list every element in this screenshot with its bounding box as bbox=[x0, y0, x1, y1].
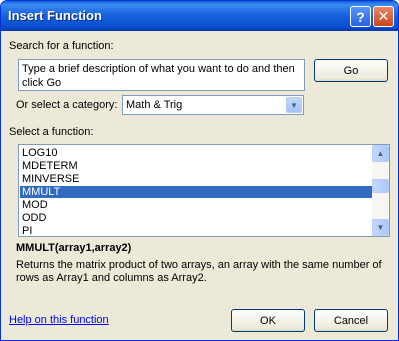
category-label: Or select a category: bbox=[16, 99, 118, 111]
list-item[interactable]: MINVERSE bbox=[20, 173, 373, 185]
list-item[interactable]: LOG10 bbox=[20, 147, 373, 159]
window-title: Insert Function bbox=[8, 8, 102, 23]
category-value: Math & Trig bbox=[126, 99, 183, 111]
help-on-function-link[interactable]: Help on this function bbox=[9, 314, 109, 326]
arrow-up-icon[interactable]: ▲ bbox=[372, 145, 389, 162]
help-icon[interactable]: ? bbox=[350, 6, 371, 27]
title-bar[interactable]: Insert Function ? ✕ bbox=[1, 1, 398, 31]
list-scrollbar[interactable]: ▲ ▼ bbox=[372, 145, 389, 236]
list-item[interactable]: MDETERM bbox=[20, 160, 373, 172]
ok-button[interactable]: OK bbox=[231, 309, 305, 332]
search-input[interactable]: Type a brief description of what you wan… bbox=[18, 59, 305, 91]
list-item[interactable]: ODD bbox=[20, 212, 373, 224]
cancel-button[interactable]: Cancel bbox=[314, 309, 388, 332]
go-button-label: Go bbox=[343, 64, 359, 77]
function-list[interactable]: LOG10 MDETERM MINVERSE MMULT MOD ODD PI … bbox=[18, 144, 390, 237]
close-icon[interactable]: ✕ bbox=[373, 6, 394, 27]
list-item-selected[interactable]: MMULT bbox=[20, 186, 373, 198]
function-signature: MMULT(array1,array2) bbox=[16, 242, 132, 254]
search-label: Search for a function: bbox=[9, 40, 114, 52]
insert-function-dialog: Insert Function ? ✕ Search for a functio… bbox=[0, 0, 399, 341]
chevron-down-icon[interactable]: ▼ bbox=[286, 97, 302, 113]
list-item[interactable]: PI bbox=[20, 225, 373, 236]
ok-button-label: OK bbox=[260, 314, 276, 327]
arrow-down-icon[interactable]: ▼ bbox=[372, 219, 389, 236]
category-select[interactable]: Math & Trig ▼ bbox=[122, 95, 304, 115]
go-button[interactable]: Go bbox=[314, 59, 388, 82]
scrollbar-thumb[interactable] bbox=[372, 179, 389, 193]
cancel-button-label: Cancel bbox=[333, 314, 369, 327]
function-description: Returns the matrix product of two arrays… bbox=[16, 259, 382, 284]
list-item[interactable]: MOD bbox=[20, 199, 373, 211]
function-list-label: Select a function: bbox=[9, 126, 94, 138]
